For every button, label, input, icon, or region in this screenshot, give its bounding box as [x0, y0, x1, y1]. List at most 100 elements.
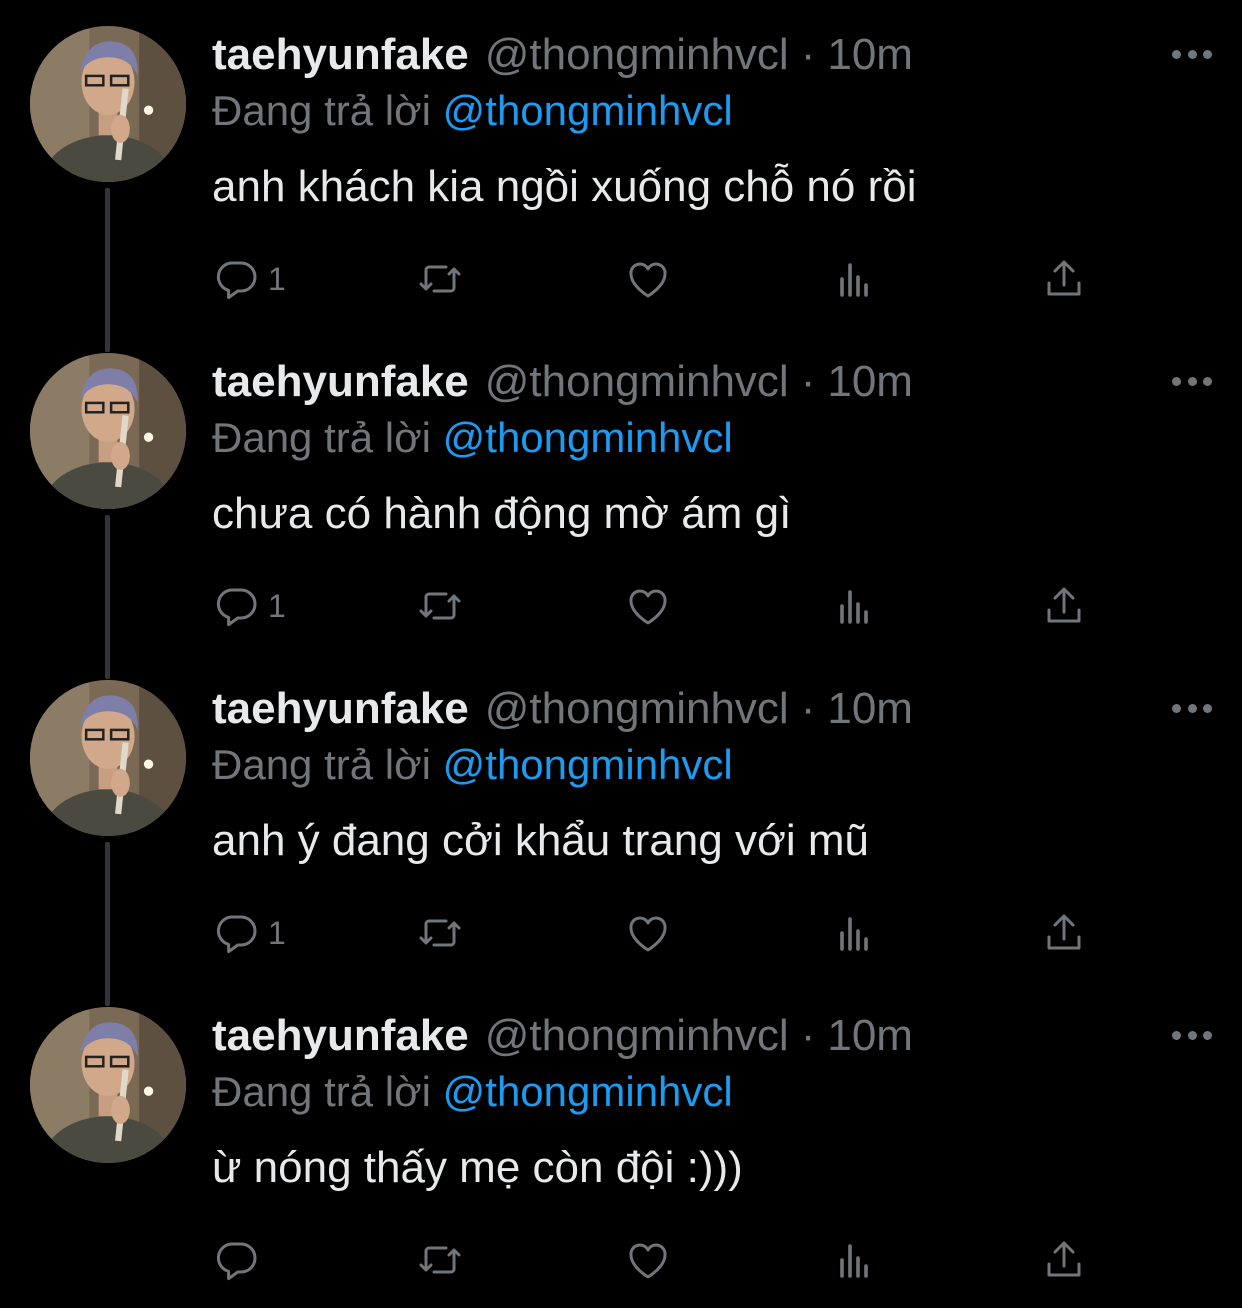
avatar[interactable]	[30, 1007, 186, 1163]
replying-to-label: Đang trả lời	[212, 1068, 431, 1115]
share-icon	[1047, 260, 1081, 296]
tweet[interactable]: taehyunfake @thongminhvcl · 10m Đang trả…	[0, 327, 1242, 679]
heart-icon	[629, 916, 667, 952]
action-bar: 1	[212, 252, 1092, 306]
avatar[interactable]	[30, 680, 186, 836]
views-icon	[840, 590, 868, 624]
tweet-text: ừ nóng thấy mẹ còn đội :)))	[212, 1143, 743, 1192]
retweet-icon	[419, 265, 461, 293]
reply-icon	[216, 915, 257, 954]
like-button[interactable]	[624, 579, 672, 633]
retweet-icon	[419, 592, 461, 620]
display-name[interactable]: taehyunfake	[212, 28, 469, 82]
reply-button[interactable]	[212, 1233, 268, 1287]
replying-to-label: Đang trả lời	[212, 741, 431, 788]
timestamp[interactable]: 10m	[827, 1009, 913, 1063]
views-button[interactable]	[832, 579, 880, 633]
share-button[interactable]	[1040, 579, 1088, 633]
action-bar	[212, 1233, 1092, 1287]
retweet-button[interactable]	[416, 579, 464, 633]
replying-to: Đang trả lời @thongminhvcl	[212, 738, 1202, 792]
heart-icon	[629, 262, 667, 298]
tweet[interactable]: taehyunfake @thongminhvcl · 10m Đang trả…	[0, 654, 1242, 1006]
views-icon	[840, 263, 868, 297]
separator: ·	[800, 30, 816, 79]
tweet-header: taehyunfake @thongminhvcl · 10m	[212, 0, 1202, 84]
separator: ·	[800, 1011, 816, 1060]
tweet-thread: taehyunfake @thongminhvcl · 10m Đang trả…	[0, 0, 1242, 1308]
replying-to: Đang trả lời @thongminhvcl	[212, 1065, 1202, 1119]
avatar-photo	[30, 26, 186, 182]
share-icon	[1047, 1241, 1081, 1277]
retweet-button[interactable]	[416, 252, 464, 306]
mention-link[interactable]: @thongminhvcl	[443, 414, 733, 461]
share-icon	[1047, 914, 1081, 950]
heart-icon	[629, 589, 667, 625]
views-button[interactable]	[832, 1233, 880, 1287]
tweet[interactable]: taehyunfake @thongminhvcl · 10m Đang trả…	[0, 0, 1242, 352]
tweet[interactable]: taehyunfake @thongminhvcl · 10m Đang trả…	[0, 981, 1242, 1308]
views-button[interactable]	[832, 906, 880, 960]
reply-button[interactable]: 1	[212, 906, 286, 960]
user-handle[interactable]: @thongminhvcl	[485, 1009, 789, 1063]
avatar-photo	[30, 680, 186, 836]
tweet-text: anh ý đang cởi khẩu trang với mũ	[212, 816, 869, 865]
retweet-button[interactable]	[416, 906, 464, 960]
tweet-text: chưa có hành động mờ ám gì	[212, 489, 792, 538]
share-icon	[1047, 587, 1081, 623]
reply-icon	[216, 261, 257, 300]
timestamp[interactable]: 10m	[827, 682, 913, 736]
share-button[interactable]	[1040, 906, 1088, 960]
tweet-header: taehyunfake @thongminhvcl · 10m	[212, 981, 1202, 1065]
share-button[interactable]	[1040, 1233, 1088, 1287]
separator: ·	[800, 684, 816, 733]
reply-count: 1	[268, 587, 286, 624]
timestamp[interactable]: 10m	[827, 355, 913, 409]
avatar[interactable]	[30, 353, 186, 509]
user-handle[interactable]: @thongminhvcl	[485, 28, 789, 82]
replying-to: Đang trả lời @thongminhvcl	[212, 411, 1202, 465]
reply-button[interactable]: 1	[212, 252, 286, 306]
avatar-photo	[30, 353, 186, 509]
mention-link[interactable]: @thongminhvcl	[443, 1068, 733, 1115]
like-button[interactable]	[624, 1233, 672, 1287]
views-icon	[840, 917, 868, 951]
mention-link[interactable]: @thongminhvcl	[443, 741, 733, 788]
more-icon[interactable]	[1172, 44, 1212, 64]
like-button[interactable]	[624, 906, 672, 960]
share-button[interactable]	[1040, 252, 1088, 306]
action-bar: 1	[212, 579, 1092, 633]
mention-link[interactable]: @thongminhvcl	[443, 87, 733, 134]
views-icon	[840, 1244, 868, 1278]
replying-to-label: Đang trả lời	[212, 414, 431, 461]
more-icon[interactable]	[1172, 698, 1212, 718]
user-handle[interactable]: @thongminhvcl	[485, 355, 789, 409]
reply-button[interactable]: 1	[212, 579, 286, 633]
replying-to-label: Đang trả lời	[212, 87, 431, 134]
reply-icon	[216, 588, 257, 627]
reply-count: 1	[268, 260, 286, 297]
more-icon[interactable]	[1172, 371, 1212, 391]
display-name[interactable]: taehyunfake	[212, 1009, 469, 1063]
display-name[interactable]: taehyunfake	[212, 355, 469, 409]
avatar[interactable]	[30, 26, 186, 182]
views-button[interactable]	[832, 252, 880, 306]
more-icon[interactable]	[1172, 1025, 1212, 1045]
retweet-icon	[419, 919, 461, 947]
retweet-button[interactable]	[416, 1233, 464, 1287]
reply-count: 1	[268, 914, 286, 951]
display-name[interactable]: taehyunfake	[212, 682, 469, 736]
replying-to: Đang trả lời @thongminhvcl	[212, 84, 1202, 138]
tweet-header: taehyunfake @thongminhvcl · 10m	[212, 327, 1202, 411]
action-bar: 1	[212, 906, 1092, 960]
reply-icon	[216, 1242, 257, 1281]
user-handle[interactable]: @thongminhvcl	[485, 682, 789, 736]
heart-icon	[629, 1243, 667, 1279]
separator: ·	[800, 357, 816, 406]
avatar-photo	[30, 1007, 186, 1163]
tweet-text: anh khách kia ngồi xuống chỗ nó rồi	[212, 162, 917, 211]
like-button[interactable]	[624, 252, 672, 306]
tweet-header: taehyunfake @thongminhvcl · 10m	[212, 654, 1202, 738]
timestamp[interactable]: 10m	[827, 28, 913, 82]
retweet-icon	[419, 1246, 461, 1274]
